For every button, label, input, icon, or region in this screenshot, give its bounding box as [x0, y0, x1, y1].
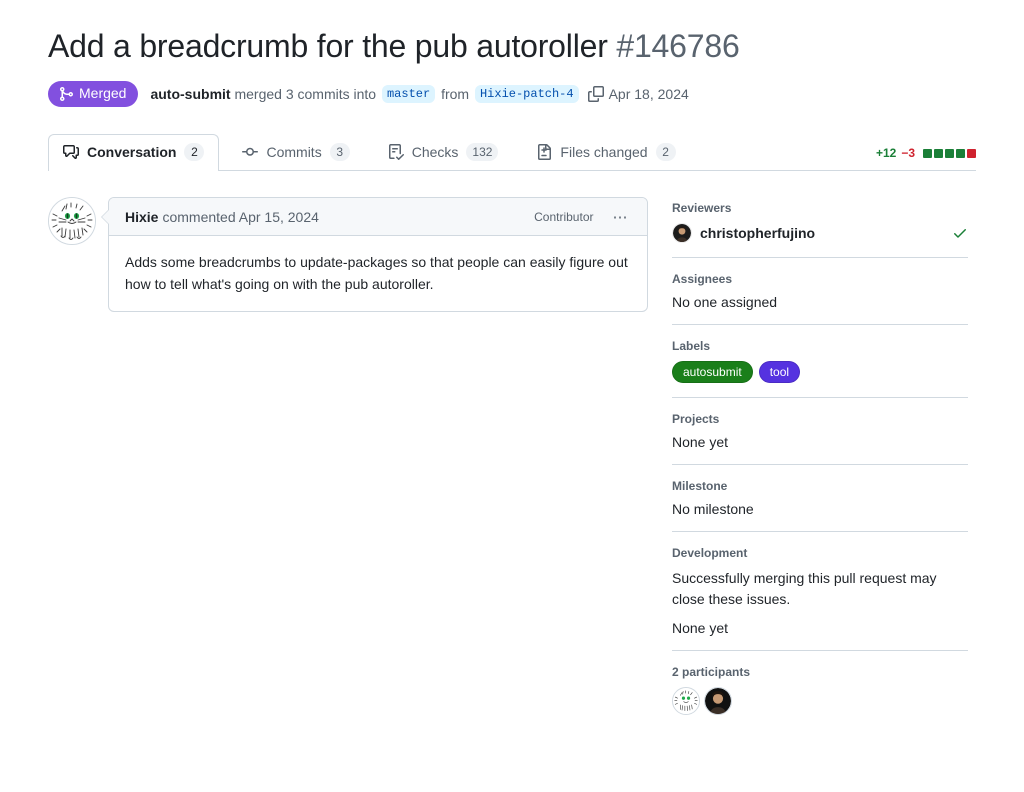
tab-checks-label: Checks — [411, 144, 459, 160]
status-badge-label: Merged — [79, 85, 127, 102]
participants-title: 2 participants — [672, 665, 751, 679]
diffstat-block — [967, 148, 976, 158]
conversation-timeline: Hixie commented Apr 15, 2024 Contributor… — [48, 197, 648, 313]
sidebar-section-projects: Projects None yet — [672, 412, 968, 465]
merge-summary: auto-submit merged 3 commits into master… — [150, 84, 689, 104]
diffstat-block — [923, 148, 932, 158]
comment-header: Hixie commented Apr 15, 2024 Contributor… — [109, 198, 647, 236]
file-diff-icon — [536, 144, 552, 160]
comment-header-actions: Contributor ⋯ — [527, 207, 631, 227]
author-association-badge: Contributor — [534, 209, 594, 224]
labels-title[interactable]: Labels — [672, 339, 968, 353]
tab-files-changed-count: 2 — [655, 143, 676, 161]
sidebar: Reviewers christopherfujino Assignees No… — [672, 197, 968, 743]
sidebar-section-milestone: Milestone No milestone — [672, 479, 968, 532]
comment-body: Adds some breadcrumbs to update-packages… — [109, 236, 647, 311]
comment-item: Hixie commented Apr 15, 2024 Contributor… — [48, 197, 648, 313]
reviewers-title[interactable]: Reviewers — [672, 201, 968, 215]
head-branch-chip[interactable]: Hixie-patch-4 — [474, 85, 579, 103]
sidebar-section-participants: 2 participants — [672, 665, 968, 729]
sidebar-section-reviewers: Reviewers christopherfujino — [672, 201, 968, 258]
tab-commits[interactable]: Commits 3 — [227, 134, 364, 171]
comment-author[interactable]: Hixie — [125, 209, 158, 225]
development-empty: None yet — [672, 620, 729, 636]
sidebar-section-assignees: Assignees No one assigned — [672, 272, 968, 325]
merge-actor[interactable]: auto-submit — [150, 86, 230, 102]
diffstat-deletions: −3 — [901, 146, 915, 160]
checklist-icon — [388, 144, 404, 160]
person-photo-avatar[interactable] — [704, 687, 732, 715]
base-branch-chip[interactable]: master — [381, 85, 436, 103]
from-text: from — [441, 86, 470, 102]
comment-timestamp: commented Apr 15, 2024 — [162, 208, 319, 225]
pr-meta-bar: Merged auto-submit merged 3 commits into… — [48, 81, 976, 107]
pull-request-page: Add a breadcrumb for the pub autoroller … — [0, 0, 1024, 792]
tab-files-changed[interactable]: Files changed 2 — [521, 134, 690, 171]
projects-empty: None yet — [672, 434, 729, 450]
pr-number: #146786 — [616, 28, 740, 64]
comment-discussion-icon — [63, 144, 79, 160]
participants-list — [672, 687, 968, 715]
git-merge-icon — [58, 86, 74, 102]
reviewer-name: christopherfujino — [700, 225, 816, 241]
tab-conversation-count: 2 — [184, 143, 205, 161]
sidebar-section-labels: Labels autosubmit tool — [672, 339, 968, 398]
diffstat-additions: +12 — [875, 146, 897, 160]
label-chip-tool[interactable]: tool — [758, 361, 801, 383]
comment-avatar-wrap — [48, 197, 96, 245]
sidebar-section-development: Development Successfully merging this pu… — [672, 546, 968, 651]
git-commit-icon — [242, 144, 259, 160]
milestone-title[interactable]: Milestone — [672, 479, 968, 493]
comment-text: Adds some breadcrumbs to update-packages… — [125, 254, 628, 292]
tab-commits-count: 3 — [329, 143, 350, 161]
tab-checks[interactable]: Checks 132 — [373, 134, 514, 171]
kebab-horizontal-icon[interactable]: ⋯ — [611, 208, 632, 226]
reviewer-item[interactable]: christopherfujino — [672, 223, 968, 243]
projects-title[interactable]: Projects — [672, 412, 968, 426]
tab-files-changed-label: Files changed — [560, 144, 648, 160]
pr-title-text: Add a breadcrumb for the pub autoroller — [48, 28, 608, 64]
check-icon — [952, 225, 968, 241]
page-title: Add a breadcrumb for the pub autoroller … — [48, 0, 976, 66]
tab-commits-label: Commits — [266, 144, 322, 160]
merge-date: Apr 18, 2024 — [608, 86, 689, 102]
development-note: Successfully merging this pull request m… — [672, 570, 937, 607]
tab-bar: Conversation 2 Commits 3 Checks 132 File… — [48, 129, 976, 172]
merge-action-text: merged 3 commits into — [234, 86, 377, 102]
label-chip-autosubmit[interactable]: autosubmit — [672, 361, 753, 383]
page-body: Hixie commented Apr 15, 2024 Contributor… — [48, 197, 976, 743]
diffstat-block — [945, 148, 954, 158]
tab-conversation[interactable]: Conversation 2 — [48, 134, 220, 172]
diffstat-block — [956, 148, 965, 158]
person-photo-avatar — [672, 223, 692, 243]
milestone-empty: No milestone — [672, 501, 754, 517]
comment-box: Hixie commented Apr 15, 2024 Contributor… — [101, 197, 648, 313]
diffstat-block — [934, 148, 943, 158]
copy-icon[interactable] — [586, 84, 606, 104]
cat-sketch-avatar[interactable] — [672, 687, 700, 715]
diffstat-blocks — [923, 148, 976, 158]
development-title[interactable]: Development — [672, 546, 968, 560]
cat-sketch-avatar[interactable] — [48, 197, 96, 245]
diffstat: +12 −3 — [876, 146, 976, 160]
assignees-title[interactable]: Assignees — [672, 272, 968, 286]
tab-checks-count: 132 — [466, 143, 499, 161]
labels-list: autosubmit tool — [672, 361, 968, 383]
assignees-empty: No one assigned — [672, 294, 778, 310]
tab-conversation-label: Conversation — [87, 144, 177, 160]
status-badge: Merged — [48, 81, 139, 107]
